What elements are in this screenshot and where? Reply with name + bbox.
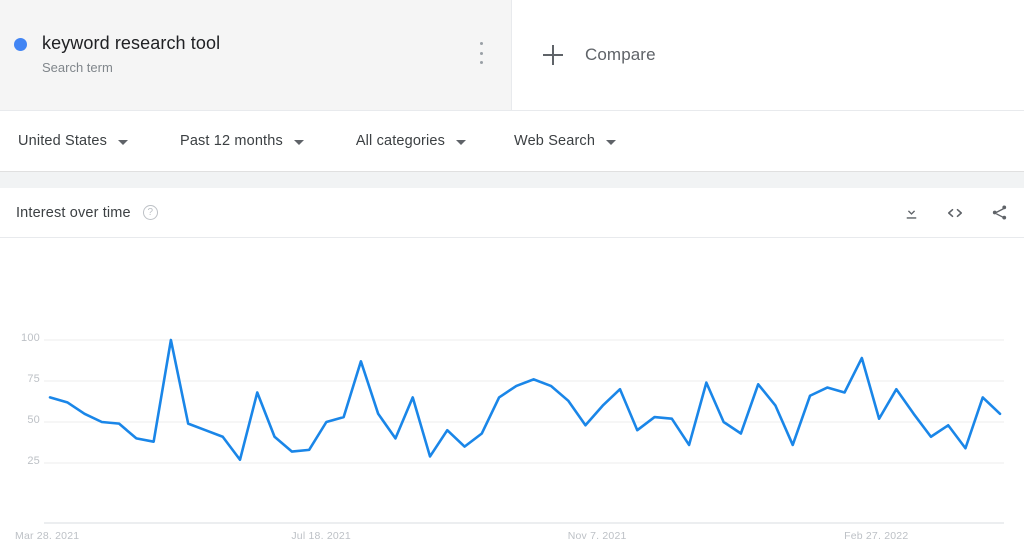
y-axis-tick-label: 25: [27, 455, 40, 467]
kebab-dot: [479, 61, 483, 64]
filter-bar: United States Past 12 months All categor…: [0, 110, 1024, 172]
download-icon[interactable]: [900, 202, 922, 224]
filter-category[interactable]: All categories: [355, 133, 467, 149]
filter-search-type[interactable]: Web Search: [514, 133, 617, 149]
help-circle-icon[interactable]: ?: [142, 205, 158, 220]
chart-actions: [900, 202, 1010, 224]
chevron-down-icon: [293, 139, 304, 145]
kebab-dot: [479, 42, 483, 45]
chart-header: Interest over time ?: [0, 188, 1024, 238]
x-axis-tick-label: Feb 27, 2022: [844, 530, 909, 539]
share-icon[interactable]: [988, 202, 1010, 224]
topbar: keyword research tool Search term Compar…: [0, 0, 1024, 110]
trend-line[interactable]: [48, 338, 1002, 462]
x-axis-tick-label: Mar 28, 2021: [15, 530, 80, 539]
search-term-title: keyword research tool: [42, 32, 221, 53]
embed-code-icon[interactable]: [944, 202, 966, 224]
chevron-down-icon: [456, 139, 467, 145]
y-axis-tick-label: 50: [27, 414, 40, 426]
interest-over-time-card: Interest over time ? 25 50 75 100 Mar 28…: [0, 188, 1024, 539]
compare-label: Compare: [585, 45, 656, 64]
series-color-dot: [14, 38, 27, 51]
search-term-texts: keyword research tool Search term: [42, 31, 220, 78]
filter-search-type-label: Web Search: [514, 133, 596, 149]
filter-category-label: All categories: [355, 133, 446, 149]
filter-location[interactable]: United States: [18, 133, 128, 149]
interest-over-time-plot[interactable]: 25 50 75 100 Mar 28, 2021 Jul 18, 2021 Nov 7,…: [0, 238, 1024, 539]
section-gap: [0, 172, 1024, 188]
filter-time-range-label: Past 12 months: [180, 133, 283, 149]
chart-title: Interest over time: [16, 204, 131, 221]
x-axis-tick-label: Nov 7, 2021: [567, 530, 627, 539]
search-term-card[interactable]: keyword research tool Search term: [0, 0, 512, 110]
y-axis-tick-label: 100: [21, 332, 40, 344]
plus-icon: [543, 45, 563, 65]
chevron-down-icon: [118, 139, 128, 145]
kebab-menu-icon[interactable]: [471, 42, 491, 64]
x-axis-tick-label: Jul 18, 2021: [291, 530, 351, 539]
y-axis-tick-label: 75: [27, 373, 40, 385]
compare-button[interactable]: Compare: [512, 0, 1024, 110]
filter-time-range[interactable]: Past 12 months: [180, 133, 304, 149]
google-trends-page: keyword research tool Search term Compar…: [0, 0, 1024, 539]
filter-location-label: United States: [18, 133, 107, 149]
chevron-down-icon: [606, 139, 617, 145]
trend-line-chart: [44, 338, 1004, 524]
kebab-dot: [479, 51, 483, 55]
search-term-subtitle: Search term: [42, 59, 113, 75]
